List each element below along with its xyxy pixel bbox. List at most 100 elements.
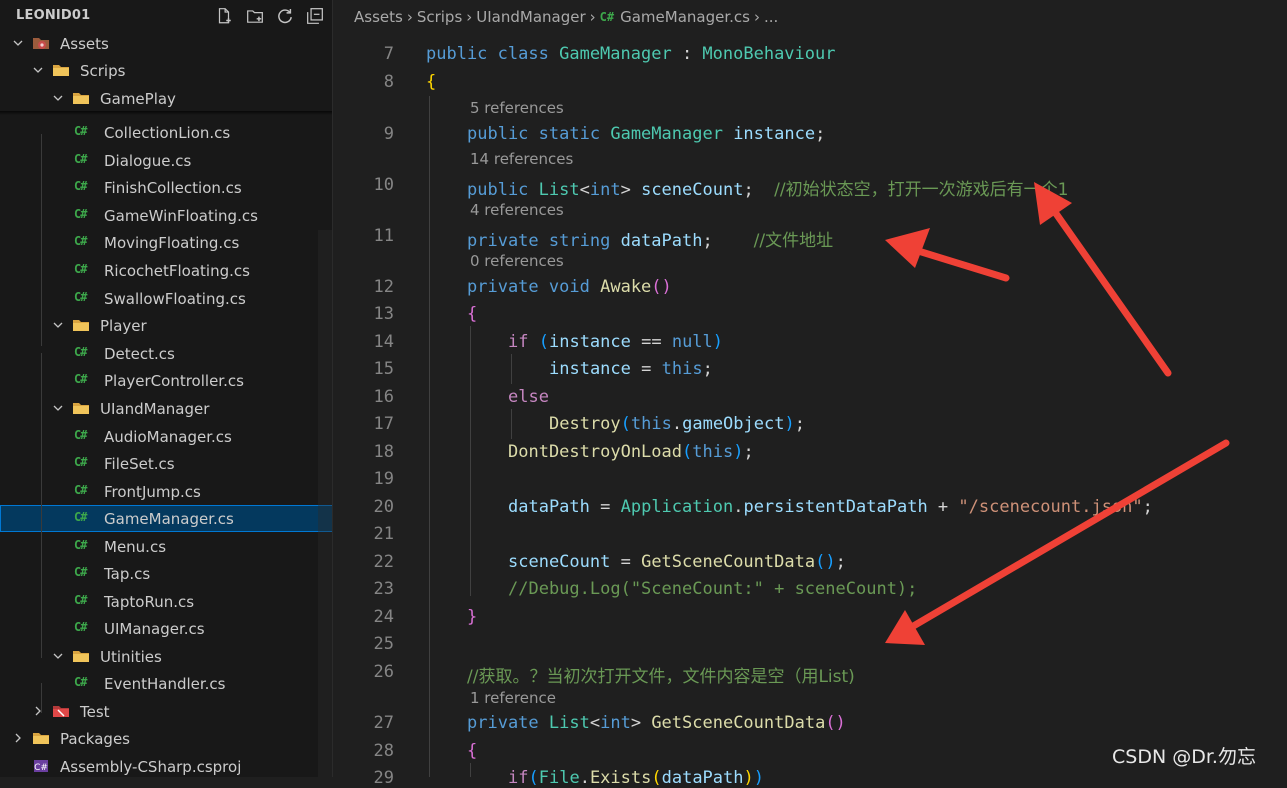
explorer-scrollbar[interactable] bbox=[318, 230, 332, 777]
file-ricochetfloating-cs[interactable]: C# RicochetFloating.cs bbox=[0, 257, 332, 284]
code-line[interactable]: sceneCount = GetSceneCountData(); bbox=[508, 552, 846, 572]
file-tap-cs[interactable]: C# Tap.cs bbox=[0, 560, 332, 587]
code-token-br2: { bbox=[467, 741, 478, 761]
folder-scrips[interactable]: Scrips bbox=[0, 57, 332, 84]
code-token-kw: class bbox=[497, 44, 549, 64]
folder-player[interactable]: Player bbox=[0, 312, 332, 339]
code-token-kw: void bbox=[548, 277, 590, 297]
file-gamemanager-cs[interactable]: C# GameManager.cs bbox=[0, 505, 332, 532]
folder-test[interactable]: Test bbox=[0, 698, 332, 725]
workspace-title[interactable]: LEONID01 bbox=[16, 8, 90, 23]
file-taptorun-cs[interactable]: C# TaptoRun.cs bbox=[0, 588, 332, 615]
code-token-br2: () bbox=[825, 713, 846, 733]
code-token-pl: > bbox=[620, 180, 642, 200]
line-number: 12 bbox=[373, 277, 394, 297]
folder-uiandmanager[interactable]: UIandManager bbox=[0, 395, 332, 422]
csharp-file-icon: C# bbox=[74, 483, 87, 497]
code-line[interactable]: private string dataPath; //文件地址 bbox=[467, 226, 833, 251]
tree-item-label: SwallowFloating.cs bbox=[104, 290, 246, 308]
line-number: 23 bbox=[373, 579, 394, 599]
code-line[interactable]: { bbox=[467, 741, 477, 761]
codelens-references[interactable]: 4 references bbox=[470, 201, 564, 219]
code-line[interactable]: private void Awake() bbox=[467, 277, 672, 297]
refresh-icon[interactable] bbox=[273, 4, 297, 28]
codelens-references[interactable]: 0 references bbox=[470, 252, 564, 270]
collapse-all-icon[interactable] bbox=[303, 4, 327, 28]
chevron-down-icon[interactable] bbox=[10, 35, 26, 51]
new-folder-icon[interactable] bbox=[243, 4, 267, 28]
chevron-down-icon[interactable] bbox=[50, 648, 66, 664]
code-line[interactable]: instance = this; bbox=[549, 359, 713, 379]
file-dialogue-cs[interactable]: C# Dialogue.cs bbox=[0, 147, 332, 174]
tree-item-label: GamePlay bbox=[100, 90, 176, 108]
file-eventhandler-cs[interactable]: C# EventHandler.cs bbox=[0, 670, 332, 697]
line-number: 15 bbox=[373, 359, 394, 379]
file-menu-cs[interactable]: C# Menu.cs bbox=[0, 533, 332, 560]
editor-indent-guide bbox=[470, 326, 471, 596]
line-number: 11 bbox=[373, 226, 394, 246]
folder-packages[interactable]: Packages bbox=[0, 725, 332, 752]
new-file-icon[interactable] bbox=[212, 4, 236, 28]
code-line[interactable]: public class GameManager : MonoBehaviour bbox=[426, 44, 835, 64]
code-line[interactable]: if (instance == null) bbox=[508, 332, 723, 352]
file-audiomanager-cs[interactable]: C# AudioManager.cs bbox=[0, 423, 332, 450]
code-line[interactable]: { bbox=[467, 304, 477, 324]
chevron-down-icon[interactable] bbox=[50, 317, 66, 333]
code-line[interactable]: //Debug.Log("SceneCount:" + sceneCount); bbox=[508, 579, 917, 599]
codelens-references[interactable]: 5 references bbox=[470, 99, 564, 117]
explorer-header: LEONID01 bbox=[0, 0, 332, 32]
file-swallowfloating-cs[interactable]: C# SwallowFloating.cs bbox=[0, 285, 332, 312]
file-collectionlion-cs[interactable]: C# CollectionLion.cs bbox=[0, 119, 332, 146]
csharp-file-icon: C# bbox=[74, 124, 87, 138]
code-token-fn: GetSceneCountData bbox=[651, 713, 826, 733]
code-area[interactable]: 7 public class GameManager : MonoBehaviou… bbox=[334, 0, 1287, 788]
editor-indent-guide bbox=[470, 763, 471, 777]
chevron-down-icon[interactable] bbox=[50, 90, 66, 106]
file-assembly-csharp-csproj[interactable]: C# Assembly-CSharp.csproj bbox=[0, 753, 332, 777]
file-detect-cs[interactable]: C# Detect.cs bbox=[0, 340, 332, 367]
code-line[interactable]: if(File.Exists(dataPath)) bbox=[508, 768, 764, 788]
folder-utinities[interactable]: Utinities bbox=[0, 643, 332, 670]
code-line[interactable]: DontDestroyOnLoad(this); bbox=[508, 442, 754, 462]
tree-item-label: UIandManager bbox=[100, 400, 210, 418]
file-playercontroller-cs[interactable]: C# PlayerController.cs bbox=[0, 367, 332, 394]
file-uimanager-cs[interactable]: C# UIManager.cs bbox=[0, 615, 332, 642]
file-movingfloating-cs[interactable]: C# MovingFloating.cs bbox=[0, 229, 332, 256]
code-line[interactable]: private List<int> GetSceneCountData() bbox=[467, 713, 846, 733]
codelens-references[interactable]: 1 reference bbox=[470, 689, 556, 707]
file-finishcollection-cs[interactable]: C# FinishCollection.cs bbox=[0, 174, 332, 201]
code-token-kw: private bbox=[467, 277, 539, 297]
file-fileset-cs[interactable]: C# FileSet.cs bbox=[0, 450, 332, 477]
chevron-down-icon[interactable] bbox=[30, 62, 46, 78]
codelens-references[interactable]: 14 references bbox=[470, 150, 573, 168]
code-line[interactable]: public static GameManager instance; bbox=[467, 124, 825, 144]
code-token-br1: ( bbox=[651, 768, 662, 788]
code-line[interactable]: //获取。？当初次打开文件，文件内容是空（用List) bbox=[467, 662, 855, 687]
code-token-fn: DontDestroyOnLoad bbox=[508, 442, 682, 462]
code-token-vr: gameObject bbox=[682, 414, 785, 434]
folder-gameplay[interactable]: GamePlay bbox=[0, 85, 332, 112]
code-token-kw: int bbox=[589, 180, 621, 200]
chevron-right-icon[interactable] bbox=[10, 730, 26, 746]
code-line[interactable]: } bbox=[467, 607, 477, 627]
code-token-pl: ; bbox=[743, 442, 754, 462]
code-line[interactable]: { bbox=[426, 72, 436, 92]
tree-item-label: Dialogue.cs bbox=[104, 152, 192, 170]
code-token-kw: this bbox=[692, 442, 734, 462]
code-token-kw: this bbox=[630, 414, 672, 434]
chevron-down-icon[interactable] bbox=[50, 400, 66, 416]
code-token-br3: ( bbox=[620, 414, 631, 434]
code-line[interactable]: else bbox=[508, 387, 549, 407]
code-token-br3: ) bbox=[712, 332, 724, 352]
file-gamewinfloating-cs[interactable]: C# GameWinFloating.cs bbox=[0, 202, 332, 229]
chevron-right-icon[interactable] bbox=[30, 703, 46, 719]
code-line[interactable]: public List<int> sceneCount; //初始状态空，打开一… bbox=[467, 175, 1068, 200]
code-line[interactable]: dataPath = Application.persistentDataPat… bbox=[508, 497, 1153, 517]
file-frontjump-cs[interactable]: C# FrontJump.cs bbox=[0, 478, 332, 505]
code-line[interactable]: Destroy(this.gameObject); bbox=[549, 414, 805, 434]
tree-item-label: FinishCollection.cs bbox=[104, 179, 242, 197]
folder-assets[interactable]: Assets bbox=[0, 30, 332, 57]
line-number: 14 bbox=[373, 332, 394, 352]
code-token-ty: GameManager bbox=[559, 44, 672, 64]
